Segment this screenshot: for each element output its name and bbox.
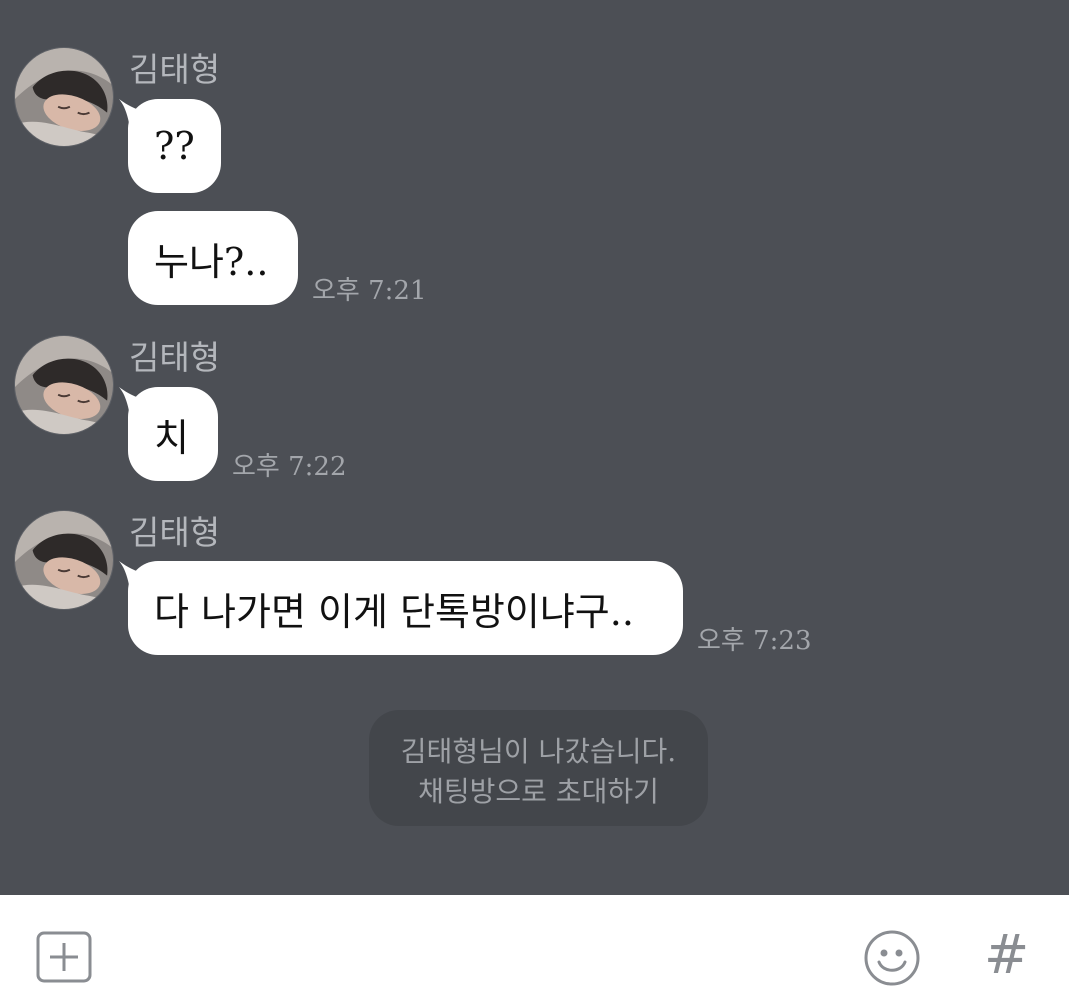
sender-name: 김태형 xyxy=(129,338,221,377)
attach-button[interactable] xyxy=(36,931,92,983)
message-text: 치 xyxy=(154,415,189,460)
message-text: 다 나가면 이게 단톡방이냐구.. xyxy=(154,589,634,634)
message-text: ?? xyxy=(154,124,195,168)
emoji-button[interactable] xyxy=(863,929,921,987)
sender-name: 김태형 xyxy=(129,513,221,552)
avatar-photo xyxy=(15,48,113,146)
bubble-tail xyxy=(119,99,143,123)
message-time: 오후 7:22 xyxy=(232,452,347,482)
input-toolbar: # xyxy=(0,895,1069,1007)
sender-avatar[interactable] xyxy=(14,335,114,435)
sender-avatar[interactable] xyxy=(14,510,114,610)
plus-square-icon xyxy=(36,931,92,983)
message-text: 누나?.. xyxy=(154,239,269,284)
message-bubble[interactable]: ?? xyxy=(119,99,221,193)
invite-to-chat-link[interactable]: 채팅방으로 초대하기 xyxy=(369,772,708,812)
hashtag-icon: # xyxy=(984,923,1030,986)
system-notice: 김태형님이 나갔습니다. 채팅방으로 초대하기 xyxy=(369,710,708,826)
message-bubble[interactable]: 치 xyxy=(119,387,218,481)
message-bubble[interactable]: 누나?.. xyxy=(128,211,298,305)
bubble-tail xyxy=(119,387,143,411)
avatar-photo xyxy=(15,511,113,609)
message-time: 오후 7:23 xyxy=(697,626,812,656)
sender-avatar[interactable] xyxy=(14,47,114,147)
avatar-photo xyxy=(15,336,113,434)
chat-area[interactable]: 김태형 ?? 누나?.. 오후 7:21 김태형 치 오후 7:22 김태형 다… xyxy=(0,0,1069,895)
hashtag-button[interactable]: # xyxy=(984,925,1034,985)
bubble-tail xyxy=(119,561,143,585)
message-time: 오후 7:21 xyxy=(312,276,427,306)
message-bubble[interactable]: 다 나가면 이게 단톡방이냐구.. xyxy=(119,561,683,655)
smiley-icon xyxy=(864,930,920,986)
sender-name: 김태형 xyxy=(129,50,221,89)
notice-text: 김태형님이 나갔습니다. xyxy=(400,735,677,768)
